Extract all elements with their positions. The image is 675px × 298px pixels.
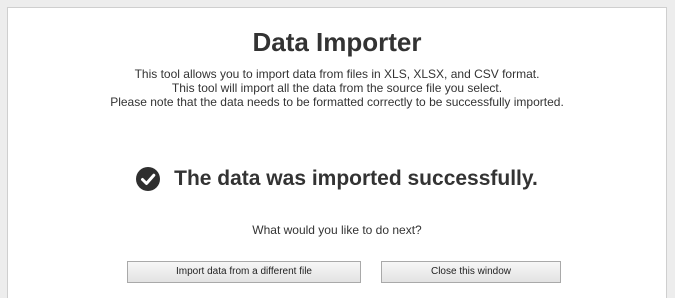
close-window-button[interactable]: Close this window (381, 261, 561, 283)
success-status: The data was imported successfully. (8, 165, 666, 193)
success-message: The data was imported successfully. (174, 167, 538, 190)
check-circle-icon (136, 167, 161, 191)
description-line-1: This tool allows you to import data from… (134, 67, 540, 81)
page-title: Data Importer (252, 27, 422, 57)
description-line-2: This tool will import all the data from … (171, 81, 503, 95)
next-step-prompt: What would you like to do next? (252, 223, 422, 237)
data-importer-panel: Data Importer This tool allows you to im… (7, 7, 667, 298)
description-line-3: Please note that the data needs to be fo… (110, 95, 564, 109)
import-different-file-button[interactable]: Import data from a different file (127, 261, 361, 283)
